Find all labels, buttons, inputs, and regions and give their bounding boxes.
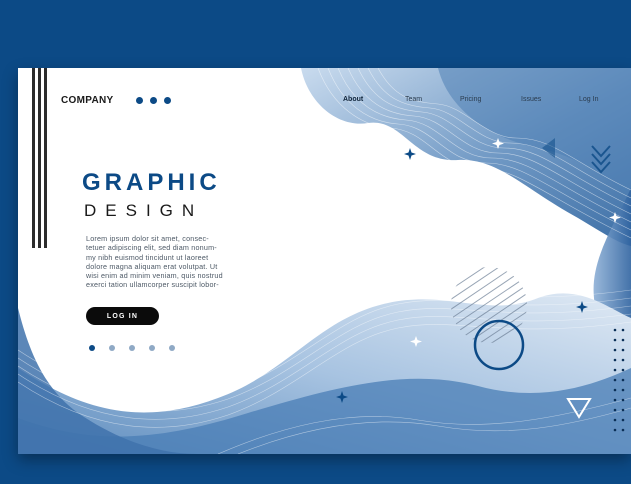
hero-title: GRAPHIC [82,169,221,196]
nav-log-in[interactable]: Log In [579,96,598,103]
hero-body-line: my nibh euismod tincidunt ut laoreet [86,252,209,262]
slider-pagination [89,345,175,351]
nav-about[interactable]: About [343,96,363,103]
decor-bar [38,68,41,248]
slider-dot-3[interactable] [129,345,135,351]
hero-subtitle: DESIGN [84,201,204,220]
nav-pricing[interactable]: Pricing [460,96,481,103]
hero-body-line: tetuer adipiscing elit, sed diam nonum- [86,243,217,253]
decor-bar [32,68,35,248]
hero-body-text: Lorem ipsum dolor sit amet, consec- tetu… [86,234,308,290]
brand-dots [136,97,171,104]
slider-dot-5[interactable] [169,345,175,351]
brand-dot [164,97,171,104]
slider-dot-4[interactable] [149,345,155,351]
login-button[interactable]: LOG IN [86,307,159,325]
hero-body-line: dolore magna aliquam erat volutpat. Ut [86,261,218,271]
decor-bar [44,68,47,248]
brand-logo-text[interactable]: COMPANY [61,95,113,106]
nav-issues[interactable]: Issues [521,96,541,103]
landing-page: COMPANY About Team Pricing Issues Log In… [18,68,631,454]
hero-body-line: Lorem ipsum dolor sit amet, consec- [86,234,209,243]
nav-team[interactable]: Team [405,96,422,103]
hero-body-line: wisi enim ad minim veniam, quis nostrud [86,271,223,281]
hero-body-line: exerci tation ullamcorper suscipit lobor… [86,280,219,290]
slider-dot-2[interactable] [109,345,115,351]
brand-dot [136,97,143,104]
slider-dot-1[interactable] [89,345,95,351]
brand-dot [150,97,157,104]
